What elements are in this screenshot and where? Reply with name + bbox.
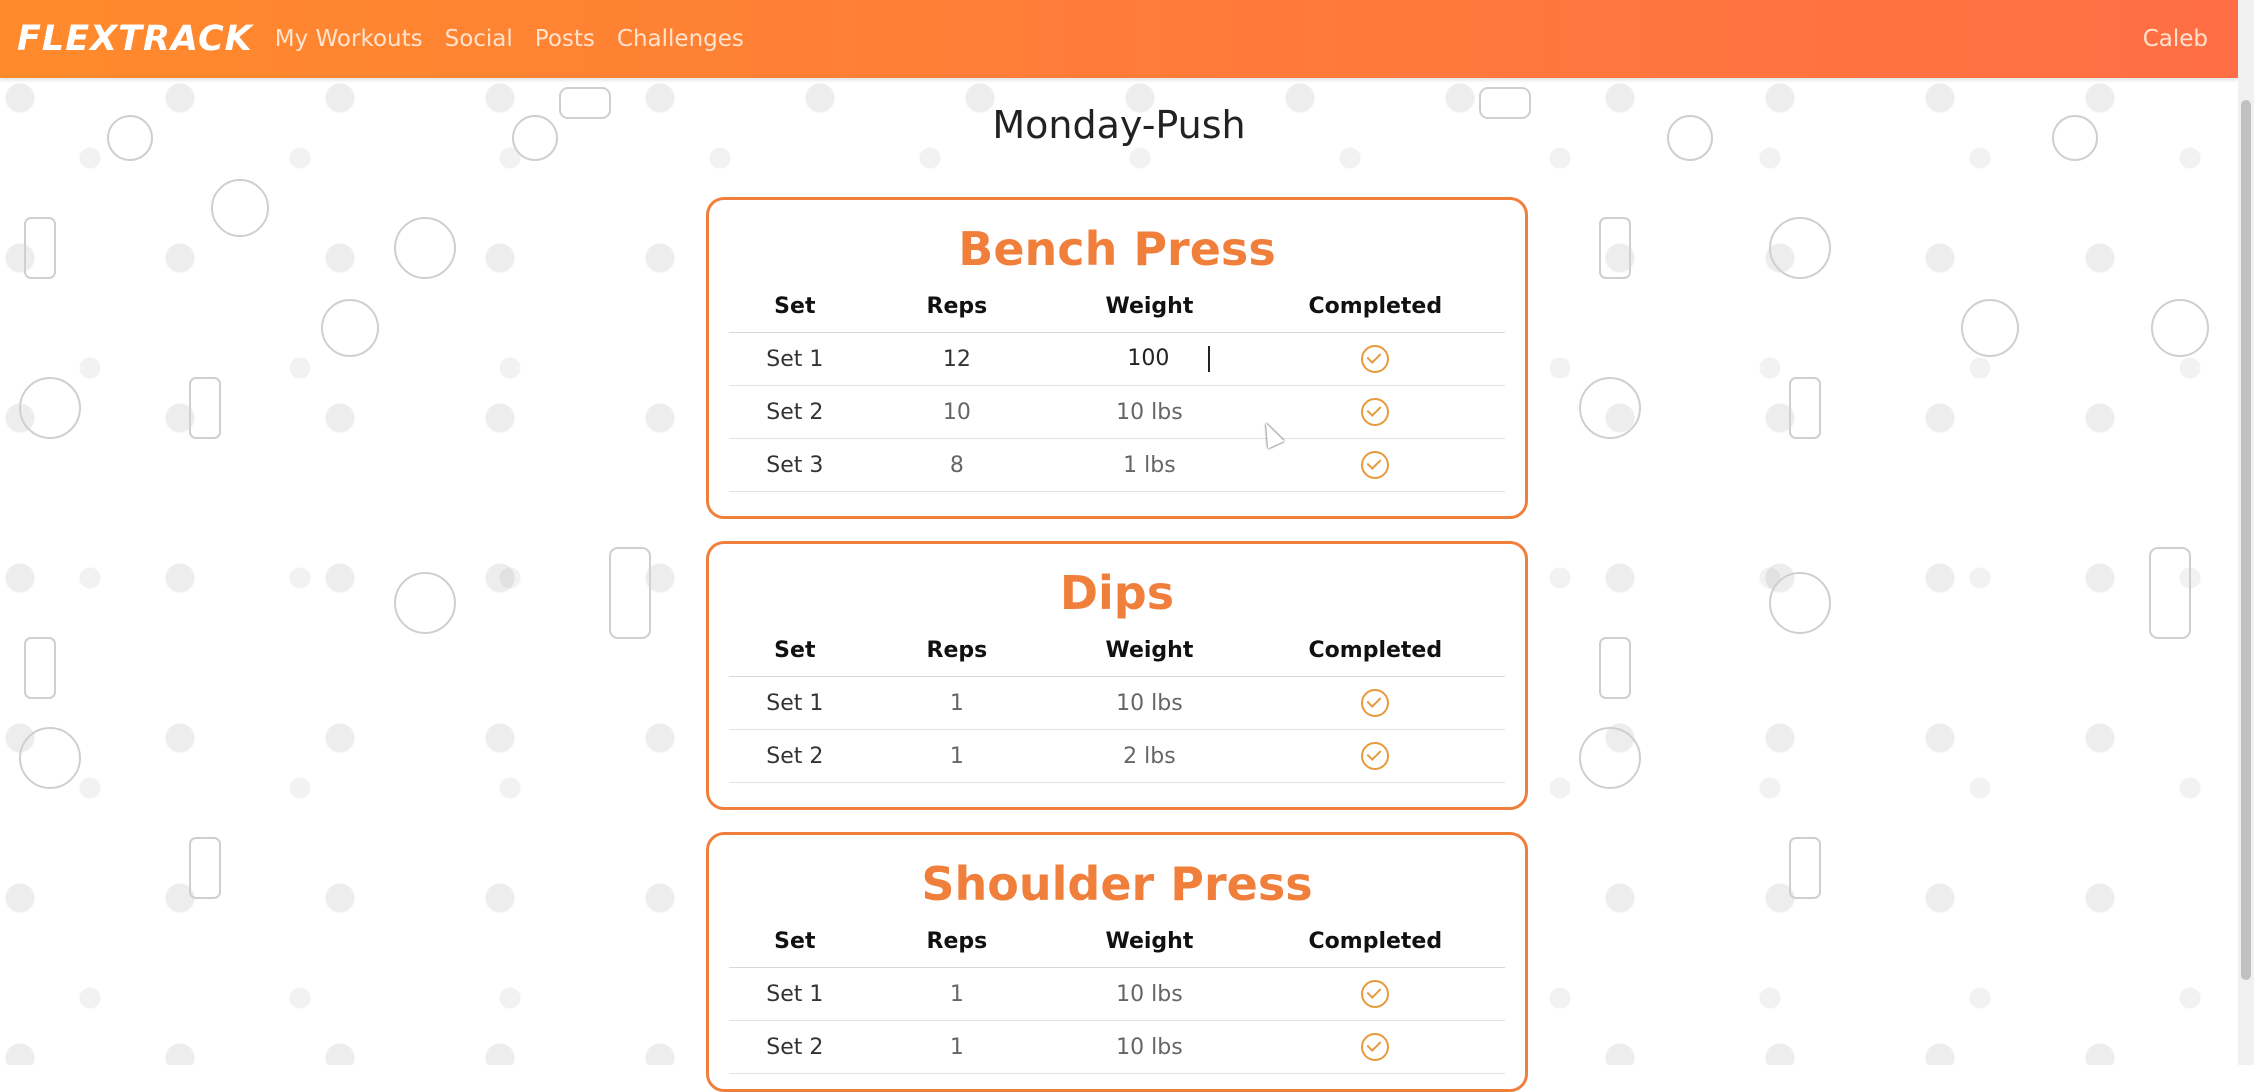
- reps-value[interactable]: 8: [861, 453, 1054, 478]
- workout-title: Monday-Push: [992, 103, 1246, 147]
- check-circle-icon[interactable]: [1361, 689, 1390, 717]
- column-header-weight: Weight: [1105, 928, 1194, 954]
- scrollbar-thumb[interactable]: [2241, 100, 2251, 980]
- completed-cell: [1246, 742, 1505, 770]
- column-header-set: Set: [774, 928, 816, 954]
- weight-value[interactable]: 10 lbs: [1053, 400, 1246, 425]
- weight-value[interactable]: 10 lbs: [1053, 691, 1246, 716]
- completed-cell: [1246, 398, 1505, 426]
- check-circle-icon[interactable]: [1361, 742, 1390, 770]
- reps-value[interactable]: 1: [861, 982, 1054, 1007]
- table-row: Set 1 1 10 lbs: [729, 968, 1505, 1021]
- table-header-row: Set Reps Weight Completed: [729, 280, 1505, 333]
- weight-input[interactable]: [1088, 346, 1211, 372]
- column-header-reps: Reps: [926, 293, 988, 319]
- table-header-row: Set Reps Weight Completed: [729, 624, 1505, 677]
- exercise-title: Bench Press: [958, 222, 1276, 276]
- reps-value[interactable]: 1: [861, 744, 1054, 769]
- column-header-set: Set: [774, 293, 816, 319]
- completed-cell: [1246, 1033, 1505, 1061]
- completed-cell: [1246, 451, 1505, 479]
- table-header-row: Set Reps Weight Completed: [729, 915, 1505, 968]
- column-header-set: Set: [774, 637, 816, 663]
- table-row: Set 1 12: [729, 333, 1505, 386]
- column-header-completed: Completed: [1308, 637, 1443, 663]
- table-row: Set 2 1 2 lbs: [729, 730, 1505, 783]
- column-header-reps: Reps: [926, 637, 988, 663]
- column-header-completed: Completed: [1308, 928, 1443, 954]
- nav-link-challenges[interactable]: Challenges: [617, 26, 744, 52]
- sets-table: Set Reps Weight Completed Set 1 12 Set 2…: [729, 280, 1505, 492]
- set-label: Set 2: [766, 743, 824, 769]
- weight-cell: [1053, 346, 1246, 372]
- weight-value[interactable]: 10 lbs: [1053, 982, 1246, 1007]
- top-navbar: FLEXTRACK My Workouts Social Posts Chall…: [0, 0, 2238, 78]
- check-circle-icon[interactable]: [1361, 1033, 1390, 1061]
- table-row: Set 3 8 1 lbs: [729, 439, 1505, 492]
- check-circle-icon[interactable]: [1361, 451, 1390, 479]
- set-label: Set 1: [766, 346, 824, 372]
- set-label: Set 2: [766, 399, 824, 425]
- exercise-card-shoulder-press: Shoulder Press Set Reps Weight Completed…: [706, 832, 1528, 1092]
- page-scrollbar[interactable]: [2238, 0, 2254, 1065]
- reps-value[interactable]: 1: [861, 691, 1054, 716]
- nav-link-posts[interactable]: Posts: [535, 26, 595, 52]
- weight-value[interactable]: 1 lbs: [1053, 453, 1246, 478]
- set-label: Set 1: [766, 981, 824, 1007]
- table-row: Set 2 1 10 lbs: [729, 1021, 1505, 1074]
- column-header-weight: Weight: [1105, 293, 1194, 319]
- set-label: Set 3: [766, 452, 824, 478]
- weight-value[interactable]: 2 lbs: [1053, 744, 1246, 769]
- reps-value[interactable]: 10: [861, 400, 1054, 425]
- check-circle-icon[interactable]: [1361, 980, 1390, 1008]
- nav-link-my-workouts[interactable]: My Workouts: [275, 26, 423, 52]
- exercise-card-dips: Dips Set Reps Weight Completed Set 1 1 1…: [706, 541, 1528, 810]
- completed-cell: [1246, 980, 1505, 1008]
- brand-logo[interactable]: FLEXTRACK: [17, 19, 253, 59]
- exercise-title: Dips: [1059, 566, 1175, 620]
- set-label: Set 1: [766, 690, 824, 716]
- sets-table: Set Reps Weight Completed Set 1 1 10 lbs…: [729, 915, 1505, 1074]
- reps-value[interactable]: 12: [861, 347, 1054, 372]
- exercise-title: Shoulder Press: [921, 857, 1313, 911]
- completed-cell: [1246, 345, 1505, 373]
- column-header-completed: Completed: [1308, 293, 1443, 319]
- sets-table: Set Reps Weight Completed Set 1 1 10 lbs…: [729, 624, 1505, 783]
- set-label: Set 2: [766, 1034, 824, 1060]
- column-header-weight: Weight: [1105, 637, 1194, 663]
- nav-link-social[interactable]: Social: [445, 26, 513, 52]
- table-row: Set 2 10 10 lbs: [729, 386, 1505, 439]
- user-menu[interactable]: Caleb: [2143, 26, 2208, 52]
- exercise-card-bench-press: Bench Press Set Reps Weight Completed Se…: [706, 197, 1528, 519]
- check-circle-icon[interactable]: [1361, 398, 1390, 426]
- table-row: Set 1 1 10 lbs: [729, 677, 1505, 730]
- column-header-reps: Reps: [926, 928, 988, 954]
- reps-value[interactable]: 1: [861, 1035, 1054, 1060]
- check-circle-icon[interactable]: [1361, 345, 1390, 373]
- completed-cell: [1246, 689, 1505, 717]
- weight-value[interactable]: 10 lbs: [1053, 1035, 1246, 1060]
